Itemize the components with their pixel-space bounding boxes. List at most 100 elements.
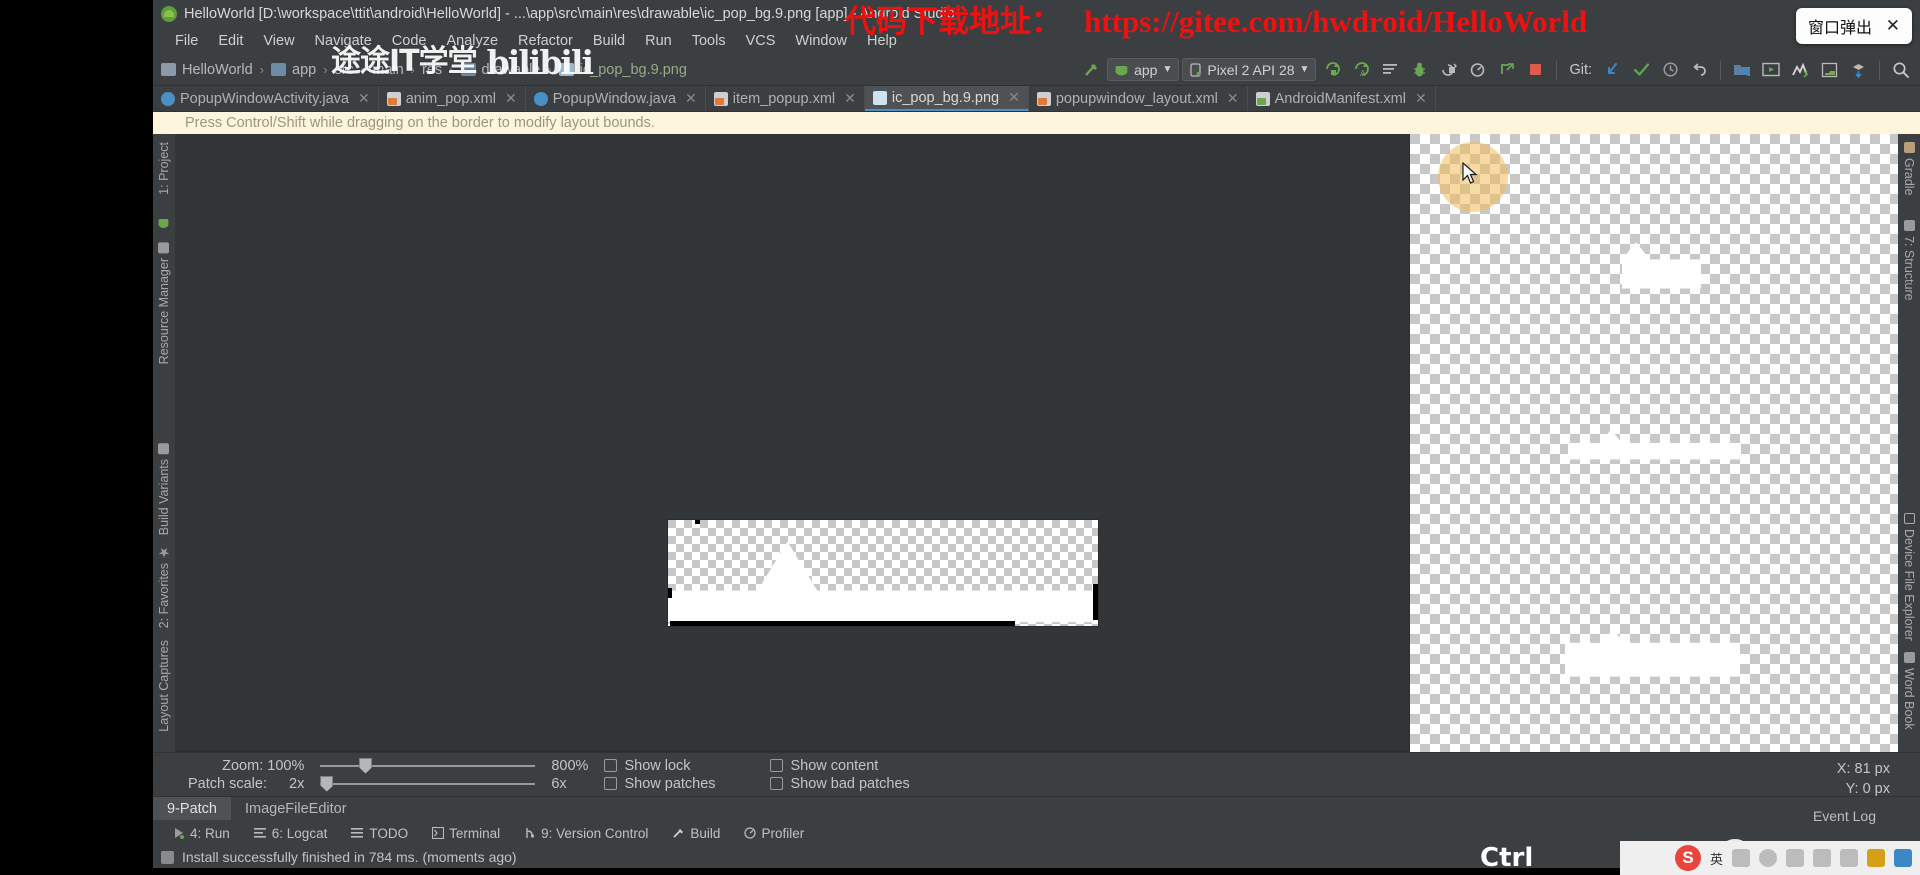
checkbox-box[interactable] bbox=[604, 759, 618, 772]
mic-icon[interactable] bbox=[1813, 849, 1831, 867]
tool-window-version-control[interactable]: 9: Version Control bbox=[512, 826, 660, 841]
sidebar-item-layout-captures[interactable]: Layout Captures bbox=[153, 634, 175, 738]
update-project-icon[interactable] bbox=[1599, 58, 1625, 82]
tool-window-todo[interactable]: TODO bbox=[339, 826, 420, 841]
sdk-manager-icon[interactable] bbox=[1729, 58, 1755, 82]
editor-tab-ic-pop-bg[interactable]: ic_pop_bg.9.png ✕ bbox=[864, 86, 1029, 111]
breadcrumb-item-res[interactable]: res bbox=[422, 62, 442, 78]
ime-language-indicator[interactable]: 英 bbox=[1710, 849, 1723, 868]
menu-run[interactable]: Run bbox=[635, 31, 682, 51]
menu-help[interactable]: Help bbox=[857, 31, 907, 51]
apply-changes-icon[interactable]: A bbox=[1348, 58, 1374, 82]
run-configuration-selector[interactable]: app ▼ bbox=[1107, 58, 1180, 81]
breadcrumb-item-project[interactable]: HelloWorld bbox=[182, 62, 253, 78]
menu-edit[interactable]: Edit bbox=[208, 31, 253, 51]
device-selector[interactable]: Pixel 2 API 28 ▼ bbox=[1182, 58, 1317, 81]
show-bad-patches-checkbox[interactable]: Show bad patches bbox=[770, 776, 940, 792]
undo-icon[interactable] bbox=[1686, 58, 1712, 82]
show-lock-checkbox[interactable]: Show lock bbox=[604, 758, 754, 774]
commit-icon[interactable] bbox=[1628, 58, 1654, 82]
menu-navigate[interactable]: Navigate bbox=[305, 31, 382, 51]
logcat-icon[interactable] bbox=[1377, 58, 1403, 82]
tool-window-profiler[interactable]: Profiler bbox=[732, 826, 816, 841]
menu-file[interactable]: File bbox=[165, 31, 208, 51]
menu-vcs[interactable]: VCS bbox=[736, 31, 786, 51]
profiler-icon[interactable] bbox=[1464, 58, 1490, 82]
device-file-explorer-icon[interactable] bbox=[1816, 58, 1842, 82]
sidebar-item-device-file-explorer[interactable]: Device File Explorer bbox=[1898, 507, 1920, 647]
sidebar-item-structure[interactable]: 7: Structure bbox=[1898, 214, 1920, 307]
close-icon[interactable]: ✕ bbox=[505, 90, 517, 107]
zoom-slider-knob[interactable] bbox=[359, 757, 373, 774]
editor-tab-anim-pop[interactable]: anim_pop.xml ✕ bbox=[379, 86, 526, 111]
nine-patch-image[interactable] bbox=[667, 519, 1099, 627]
close-icon[interactable]: ✕ bbox=[1415, 90, 1427, 107]
checkbox-box[interactable] bbox=[770, 759, 784, 772]
editor-tab-item-popup[interactable]: item_popup.xml ✕ bbox=[706, 86, 865, 111]
editor-tab-popupwindowactivity[interactable]: PopupWindowActivity.java ✕ bbox=[153, 86, 379, 111]
avd-manager-icon-2[interactable] bbox=[1758, 58, 1784, 82]
tool-window-logcat[interactable]: 6: Logcat bbox=[242, 826, 340, 841]
checkbox-box[interactable] bbox=[604, 777, 618, 790]
menu-code[interactable]: Code bbox=[382, 31, 437, 51]
close-icon[interactable]: ✕ bbox=[1008, 89, 1020, 106]
menu-view[interactable]: View bbox=[253, 31, 304, 51]
menu-analyze[interactable]: Analyze bbox=[436, 31, 508, 51]
zoom-slider[interactable] bbox=[320, 757, 536, 774]
close-icon[interactable]: ✕ bbox=[358, 90, 370, 107]
tab-9-patch[interactable]: 9-Patch bbox=[153, 797, 231, 820]
breadcrumb-item-file[interactable]: ic_pop_bg.9.png bbox=[580, 62, 687, 78]
menu-build[interactable]: Build bbox=[583, 31, 635, 51]
layout-inspector-icon[interactable] bbox=[1787, 58, 1813, 82]
popup-window-overlay[interactable]: 窗口弹出 ✕ bbox=[1796, 8, 1912, 44]
show-content-checkbox[interactable]: Show content bbox=[770, 758, 940, 774]
run-icon[interactable] bbox=[1319, 58, 1345, 82]
menu-tools[interactable]: Tools bbox=[682, 31, 736, 51]
keyboard-icon[interactable] bbox=[1786, 849, 1804, 867]
editor-tab-popupwindow[interactable]: PopupWindow.java ✕ bbox=[526, 86, 706, 111]
nine-patch-canvas[interactable] bbox=[175, 134, 1409, 752]
tab-image-file-editor[interactable]: ImageFileEditor bbox=[231, 797, 361, 820]
sidebar-item-project[interactable]: 1: Project bbox=[153, 136, 175, 201]
show-patches-checkbox[interactable]: Show patches bbox=[604, 776, 754, 792]
editor-tab-androidmanifest[interactable]: AndroidManifest.xml ✕ bbox=[1248, 86, 1436, 111]
tool-window-terminal[interactable]: Terminal bbox=[420, 826, 512, 841]
breadcrumb-item-src[interactable]: src bbox=[335, 62, 354, 78]
tool-window-run[interactable]: 4: Run bbox=[161, 826, 242, 841]
sidebar-item-word-book[interactable]: Word Book bbox=[1898, 646, 1920, 736]
close-icon[interactable]: ✕ bbox=[844, 90, 856, 107]
tools-icon[interactable] bbox=[1840, 849, 1858, 867]
sidebar-item-favorites[interactable]: 2: Favorites bbox=[153, 541, 175, 634]
build-icon[interactable] bbox=[1078, 58, 1104, 82]
grid-icon[interactable] bbox=[1894, 849, 1912, 867]
avd-manager-icon[interactable] bbox=[1493, 58, 1519, 82]
close-icon[interactable]: ✕ bbox=[1227, 90, 1239, 107]
smiley-icon[interactable] bbox=[1759, 849, 1777, 867]
menu-refactor[interactable]: Refactor bbox=[508, 31, 583, 51]
gradle-sync-icon[interactable] bbox=[1845, 58, 1871, 82]
close-icon[interactable]: ✕ bbox=[1886, 16, 1900, 36]
search-icon[interactable] bbox=[1888, 58, 1914, 82]
tool-window-build[interactable]: Build bbox=[660, 826, 732, 841]
sidebar-item-gradle[interactable]: Gradle bbox=[1898, 136, 1920, 202]
breadcrumb-item-main[interactable]: main bbox=[372, 62, 403, 78]
breadcrumb-item-app[interactable]: app bbox=[292, 62, 316, 78]
close-icon[interactable]: ✕ bbox=[685, 90, 697, 107]
breadcrumb-item-drawable[interactable]: drawable bbox=[482, 62, 541, 78]
editor-tab-popupwindow-layout[interactable]: popupwindow_layout.xml ✕ bbox=[1029, 86, 1248, 111]
up-arrow-icon[interactable] bbox=[1867, 849, 1885, 867]
patch-slider-knob[interactable] bbox=[320, 775, 334, 792]
menu-window[interactable]: Window bbox=[785, 31, 857, 51]
history-icon[interactable] bbox=[1657, 58, 1683, 82]
checkbox-box[interactable] bbox=[770, 777, 784, 790]
sidebar-item-build-variants[interactable]: Build Variants bbox=[153, 437, 175, 541]
s-logo-icon[interactable]: S bbox=[1674, 845, 1701, 871]
checkbox-label: Show bad patches bbox=[790, 775, 910, 792]
stop-icon[interactable] bbox=[1522, 58, 1548, 82]
sidebar-item-resource-manager[interactable]: Resource Manager bbox=[153, 236, 175, 370]
attach-debugger-icon[interactable] bbox=[1435, 58, 1461, 82]
bug-icon[interactable] bbox=[1406, 58, 1432, 82]
patch-scale-slider[interactable] bbox=[320, 775, 536, 792]
comma-icon[interactable] bbox=[1732, 849, 1750, 867]
event-log-link[interactable]: Event Log bbox=[1813, 808, 1876, 824]
